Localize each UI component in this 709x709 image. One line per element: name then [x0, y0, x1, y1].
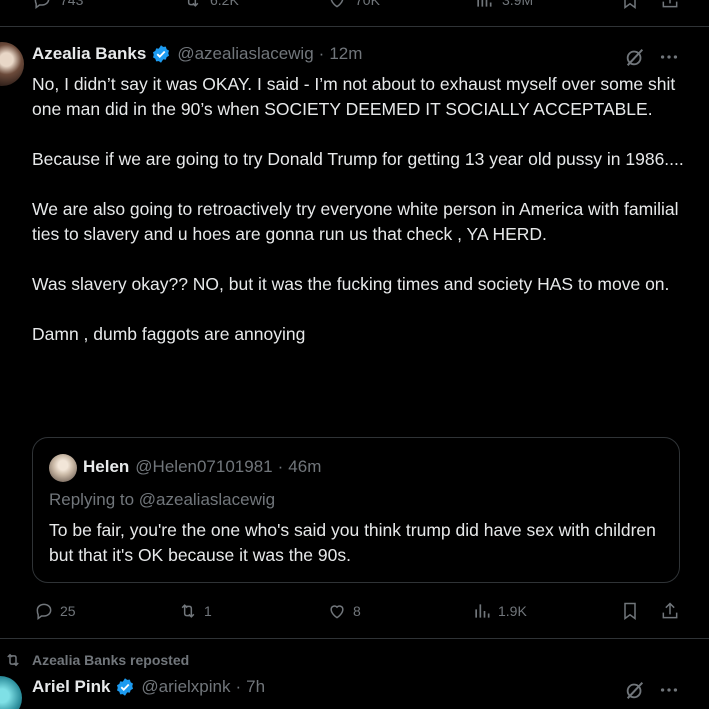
more-icon: [660, 55, 678, 59]
separator-dot: ·: [318, 44, 325, 63]
repost-count: 1: [204, 603, 212, 619]
author-handle[interactable]: @arielxpink: [141, 677, 230, 697]
prev-repost-button[interactable]: 6.2K: [182, 0, 239, 10]
reply-icon: [36, 603, 52, 620]
repost-context-label: Azealia Banks reposted: [32, 652, 190, 668]
quoted-tweet-card[interactable]: Helen @Helen07101981 · 46m Replying to @…: [32, 437, 680, 583]
quote-text: To be fair, you're the one who's said yo…: [49, 520, 656, 565]
prev-like-count: 70K: [355, 0, 380, 8]
quote-header: Helen @Helen07101981 · 46m: [83, 457, 321, 477]
more-icon: [660, 688, 678, 692]
quote-replying-to: Replying to @azealiaslacewig: [49, 490, 276, 509]
author-name[interactable]: Azealia Banks: [32, 44, 146, 64]
prev-reply-button[interactable]: 743: [32, 0, 83, 10]
prev-repost-count: 6.2K: [210, 0, 239, 8]
reply-button[interactable]: 25: [34, 601, 76, 621]
views-icon: [475, 604, 490, 618]
share-button[interactable]: [660, 601, 680, 621]
tweet-paragraph: We are also going to retroactively try e…: [32, 199, 684, 244]
quote-author-avatar: [49, 454, 77, 482]
prev-share-button[interactable]: [660, 0, 680, 10]
tweet-time[interactable]: 12m: [329, 44, 362, 64]
views-button[interactable]: 1.9K: [472, 601, 527, 621]
tweet-paragraph: Damn , dumb faggots are annoying: [32, 324, 306, 344]
repost-icon: [181, 604, 195, 618]
repost-icon: [7, 653, 19, 667]
separator-dot: ·: [277, 457, 284, 476]
share-icon: [662, 602, 678, 619]
author-avatar[interactable]: [0, 42, 24, 86]
quote-author-name: Helen: [83, 457, 130, 476]
share-icon: [662, 0, 678, 8]
quote-author-handle: @Helen07101981: [135, 457, 273, 476]
prev-like-button[interactable]: 70K: [327, 0, 380, 10]
grok-icon: [626, 48, 644, 66]
repost-context[interactable]: Azealia Banks reposted: [4, 651, 189, 669]
grok-icon: [626, 681, 644, 699]
tweet-paragraph: Was slavery okay?? NO, but it was the fu…: [32, 274, 670, 294]
separator-dot: ·: [235, 677, 242, 696]
tweet-header: Ariel Pink @arielxpink · 7h: [32, 677, 265, 697]
author-avatar[interactable]: [0, 676, 22, 709]
grok-button[interactable]: [624, 679, 646, 701]
author-name[interactable]: Ariel Pink: [32, 677, 110, 697]
tweet-time[interactable]: 7h: [246, 677, 265, 697]
heart-icon: [330, 605, 344, 619]
heart-icon: [330, 0, 344, 8]
tweet-text: No, I didn’t say it was OKAY. I said - I…: [32, 72, 692, 347]
previous-tweet-action-bar: 743 6.2K 70K 3.9M: [0, 0, 709, 27]
like-count: 8: [353, 603, 361, 619]
quote-time: 46m: [288, 457, 322, 476]
tweet-paragraph: No, I didn’t say it was OKAY. I said - I…: [32, 74, 681, 119]
repost-icon: [187, 0, 199, 7]
more-options-button[interactable]: [658, 679, 680, 701]
views-count: 1.9K: [498, 603, 527, 619]
tweet-divider: [0, 638, 709, 639]
more-options-button[interactable]: [658, 46, 680, 68]
reply-count: 25: [60, 603, 76, 619]
verified-badge-icon[interactable]: [115, 677, 135, 697]
verified-badge-icon[interactable]: [151, 44, 171, 64]
repost-button[interactable]: 1: [178, 601, 212, 621]
views-icon: [477, 0, 492, 7]
prev-bookmark-button[interactable]: [620, 0, 640, 10]
tweet-header: Azealia Banks @azealiaslacewig · 12m: [32, 44, 362, 64]
bookmark-icon: [624, 602, 636, 620]
tweet-paragraph: Because if we are going to try Donald Tr…: [32, 149, 684, 169]
reply-icon: [34, 0, 50, 9]
bookmark-icon: [624, 0, 636, 9]
author-handle[interactable]: @azealiaslacewig: [177, 44, 313, 64]
prev-views-button[interactable]: 3.9M: [474, 0, 533, 10]
bookmark-button[interactable]: [620, 601, 640, 621]
like-button[interactable]: 8: [327, 601, 361, 621]
prev-views-count: 3.9M: [502, 0, 534, 8]
grok-button[interactable]: [624, 46, 646, 68]
prev-reply-count: 743: [60, 0, 84, 8]
